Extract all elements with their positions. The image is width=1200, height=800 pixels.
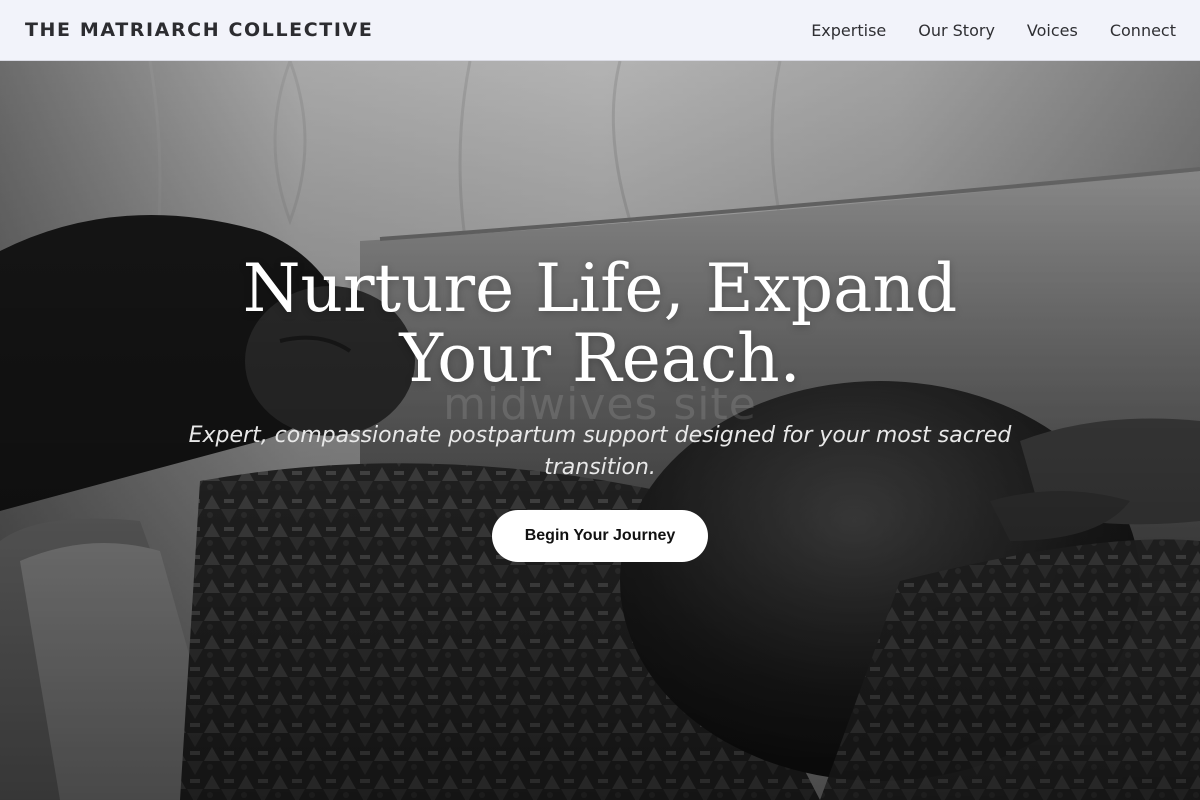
- main-nav: Expertise Our Story Voices Connect: [811, 21, 1176, 40]
- brand-logo[interactable]: THE MATRIARCH COLLECTIVE: [25, 19, 373, 41]
- nav-link-voices[interactable]: Voices: [1027, 21, 1078, 40]
- hero-headline: Nurture Life, Expand Your Reach.: [242, 250, 958, 397]
- nav-link-expertise[interactable]: Expertise: [811, 21, 886, 40]
- hero-subheadline: Expert, compassionate postpartum support…: [188, 423, 1012, 480]
- nav-link-our-story[interactable]: Our Story: [918, 21, 995, 40]
- begin-journey-button[interactable]: Begin Your Journey: [492, 510, 708, 562]
- hero-section: midwives site Nurture Life, Expand Your …: [0, 61, 1200, 800]
- page: THE MATRIARCH COLLECTIVE Expertise Our S…: [0, 0, 1200, 800]
- site-header: THE MATRIARCH COLLECTIVE Expertise Our S…: [0, 0, 1200, 61]
- hero-content: Nurture Life, Expand Your Reach. Expert,…: [0, 61, 1200, 800]
- nav-link-connect[interactable]: Connect: [1110, 21, 1176, 40]
